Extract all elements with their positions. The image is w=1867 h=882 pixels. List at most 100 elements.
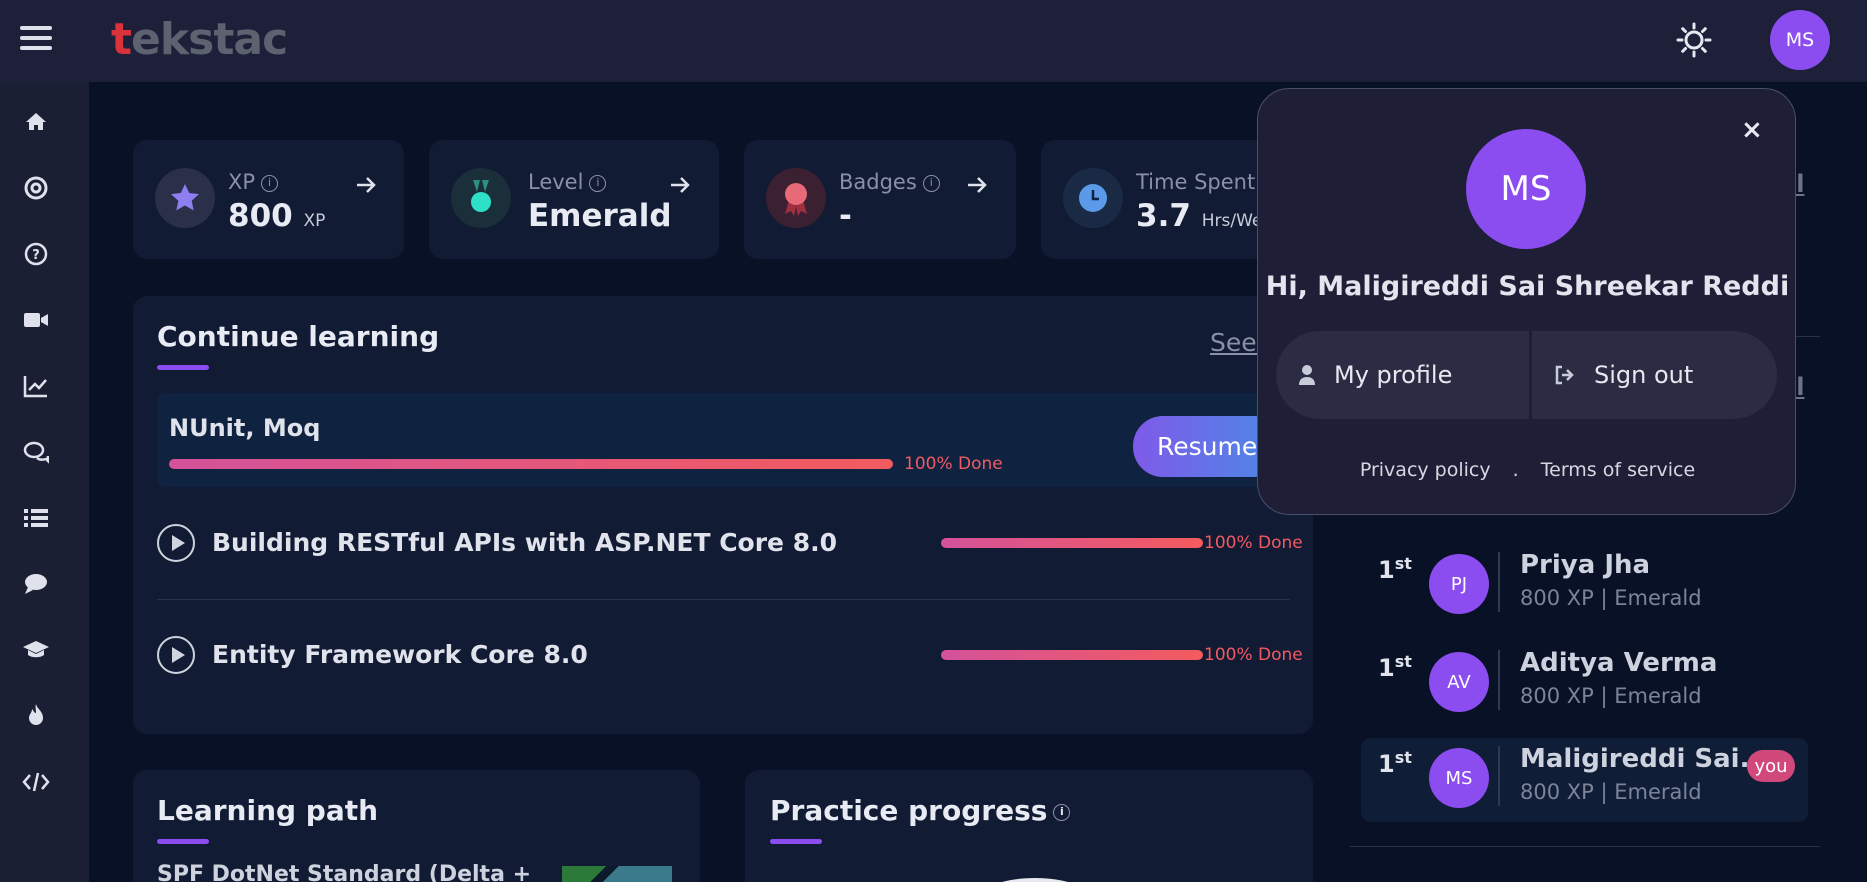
- level-card[interactable]: Level i Emerald: [429, 140, 719, 259]
- leaderboard-name: Maligireddi Sai...: [1520, 744, 1770, 774]
- medal-icon: [451, 168, 511, 228]
- leaderboard-sub: 800 XP | Emerald: [1520, 586, 1702, 610]
- xp-value: 800: [228, 198, 293, 234]
- badges-card[interactable]: Badges i -: [744, 140, 1016, 259]
- rank-suffix: st: [1394, 652, 1412, 671]
- help-icon[interactable]: ?: [22, 240, 50, 268]
- popup-actions: My profile Sign out: [1276, 331, 1777, 419]
- current-course-title: NUnit, Moq: [169, 414, 321, 442]
- fire-icon[interactable]: [22, 702, 50, 730]
- avatar: AV: [1429, 652, 1489, 712]
- user-avatar[interactable]: MS: [1770, 10, 1830, 70]
- sign-out-label: Sign out: [1594, 361, 1694, 389]
- learning-path-title: Learning path: [157, 794, 379, 827]
- graduation-icon[interactable]: [22, 636, 50, 664]
- privacy-policy-link[interactable]: Privacy policy: [1360, 459, 1491, 481]
- list-icon[interactable]: [22, 504, 50, 532]
- separator: [1498, 552, 1500, 612]
- leaderboard-row-current-user[interactable]: 1st MS Maligireddi Sai... you 800 XP | E…: [1361, 738, 1808, 822]
- video-icon[interactable]: [22, 306, 50, 334]
- leaderboard-name: Priya Jha: [1520, 550, 1651, 580]
- avatar: PJ: [1429, 554, 1489, 614]
- course-progress: [941, 538, 1203, 548]
- svg-text:?: ?: [32, 248, 40, 263]
- level-label: Level: [528, 170, 584, 194]
- xp-card[interactable]: XP i 800 XP: [133, 140, 404, 259]
- my-profile-label: My profile: [1334, 361, 1453, 389]
- info-icon[interactable]: i: [589, 174, 607, 192]
- link-separator: .: [1512, 459, 1519, 481]
- badges-value: -: [839, 198, 852, 234]
- course-done: 100% Done: [1204, 645, 1303, 665]
- course-done: 100% Done: [1204, 533, 1303, 553]
- leaderboard-row[interactable]: 1st PJ Priya Jha 800 XP | Emerald: [1361, 544, 1808, 628]
- chat-icon[interactable]: [22, 438, 50, 466]
- course-progress: [941, 650, 1203, 660]
- leaderboard-row[interactable]: 1st AV Aditya Verma 800 XP | Emerald: [1361, 642, 1808, 726]
- comment-icon[interactable]: [22, 570, 50, 598]
- you-badge: you: [1747, 750, 1795, 782]
- play-icon[interactable]: [157, 524, 195, 562]
- chart-icon[interactable]: [22, 372, 50, 400]
- badges-label: Badges: [839, 170, 917, 194]
- arrow-right-icon[interactable]: [667, 172, 693, 198]
- learning-path-thumbnail: [562, 866, 672, 882]
- title-underline: [157, 839, 209, 844]
- my-profile-button[interactable]: My profile: [1276, 331, 1529, 419]
- theme-toggle-icon[interactable]: [1676, 22, 1712, 58]
- rank-suffix: st: [1394, 554, 1412, 573]
- code-icon[interactable]: [22, 768, 50, 796]
- current-course-progress: [169, 459, 893, 469]
- close-icon[interactable]: ×: [1741, 115, 1763, 145]
- play-icon[interactable]: [157, 636, 195, 674]
- popup-avatar: MS: [1466, 129, 1586, 249]
- top-bar: tekstac MS: [0, 0, 1867, 82]
- title-underline: [770, 839, 822, 844]
- continue-learning-title: Continue learning: [157, 320, 440, 353]
- course-title[interactable]: Building RESTful APIs with ASP.NET Core …: [212, 528, 837, 557]
- support-icon[interactable]: [22, 174, 50, 202]
- info-icon[interactable]: i: [261, 174, 279, 192]
- time-spent-value: 3.7: [1136, 198, 1191, 234]
- menu-icon[interactable]: [20, 26, 52, 54]
- xp-label: XP: [228, 170, 256, 194]
- level-value: Emerald: [528, 198, 672, 234]
- xp-unit: XP: [303, 211, 326, 231]
- arrow-right-icon[interactable]: [964, 172, 990, 198]
- rank-number: 1: [1378, 750, 1395, 778]
- clock-icon: [1063, 168, 1123, 228]
- title-underline: [157, 365, 209, 370]
- home-icon[interactable]: [22, 108, 50, 136]
- rank-number: 1: [1378, 654, 1395, 682]
- row-divider: [157, 599, 1290, 600]
- badge-icon: [766, 168, 826, 228]
- learning-path-item[interactable]: SPF DotNet Standard (Delta +: [157, 862, 531, 882]
- tekstac-logo[interactable]: tekstac: [111, 14, 288, 66]
- profile-popup: × MS Hi, Maligireddi Sai Shreekar Reddi …: [1257, 88, 1796, 515]
- user-icon: [1298, 364, 1316, 386]
- leaderboard-divider: [1350, 846, 1820, 847]
- current-course-row[interactable]: [157, 393, 1280, 487]
- leaderboard-sub: 800 XP | Emerald: [1520, 684, 1702, 708]
- separator: [1498, 650, 1500, 710]
- separator: [1498, 746, 1500, 806]
- time-spent-card[interactable]: Time Spent 3.7 Hrs/Week: [1041, 140, 1291, 259]
- sign-out-button[interactable]: Sign out: [1532, 331, 1777, 419]
- leaderboard-sub: 800 XP | Emerald: [1520, 780, 1702, 804]
- course-title[interactable]: Entity Framework Core 8.0: [212, 640, 588, 669]
- sign-out-icon: [1554, 365, 1576, 385]
- avatar: MS: [1429, 748, 1489, 808]
- current-course-done: 100% Done: [904, 454, 1003, 474]
- arrow-right-icon[interactable]: [353, 172, 379, 198]
- sidebar: ?: [0, 82, 89, 882]
- rank-number: 1: [1378, 556, 1395, 584]
- rank-suffix: st: [1394, 748, 1412, 767]
- info-icon[interactable]: i: [1053, 803, 1071, 821]
- leaderboard-name: Aditya Verma: [1520, 648, 1718, 678]
- info-icon[interactable]: i: [922, 174, 940, 192]
- popup-footer-links: Privacy policy . Terms of service: [1258, 459, 1797, 481]
- popup-greeting: Hi, Maligireddi Sai Shreekar Reddi: [1265, 271, 1790, 302]
- practice-progress-title: Practice progress: [770, 794, 1048, 827]
- time-spent-label: Time Spent: [1136, 170, 1256, 194]
- terms-of-service-link[interactable]: Terms of service: [1541, 459, 1695, 481]
